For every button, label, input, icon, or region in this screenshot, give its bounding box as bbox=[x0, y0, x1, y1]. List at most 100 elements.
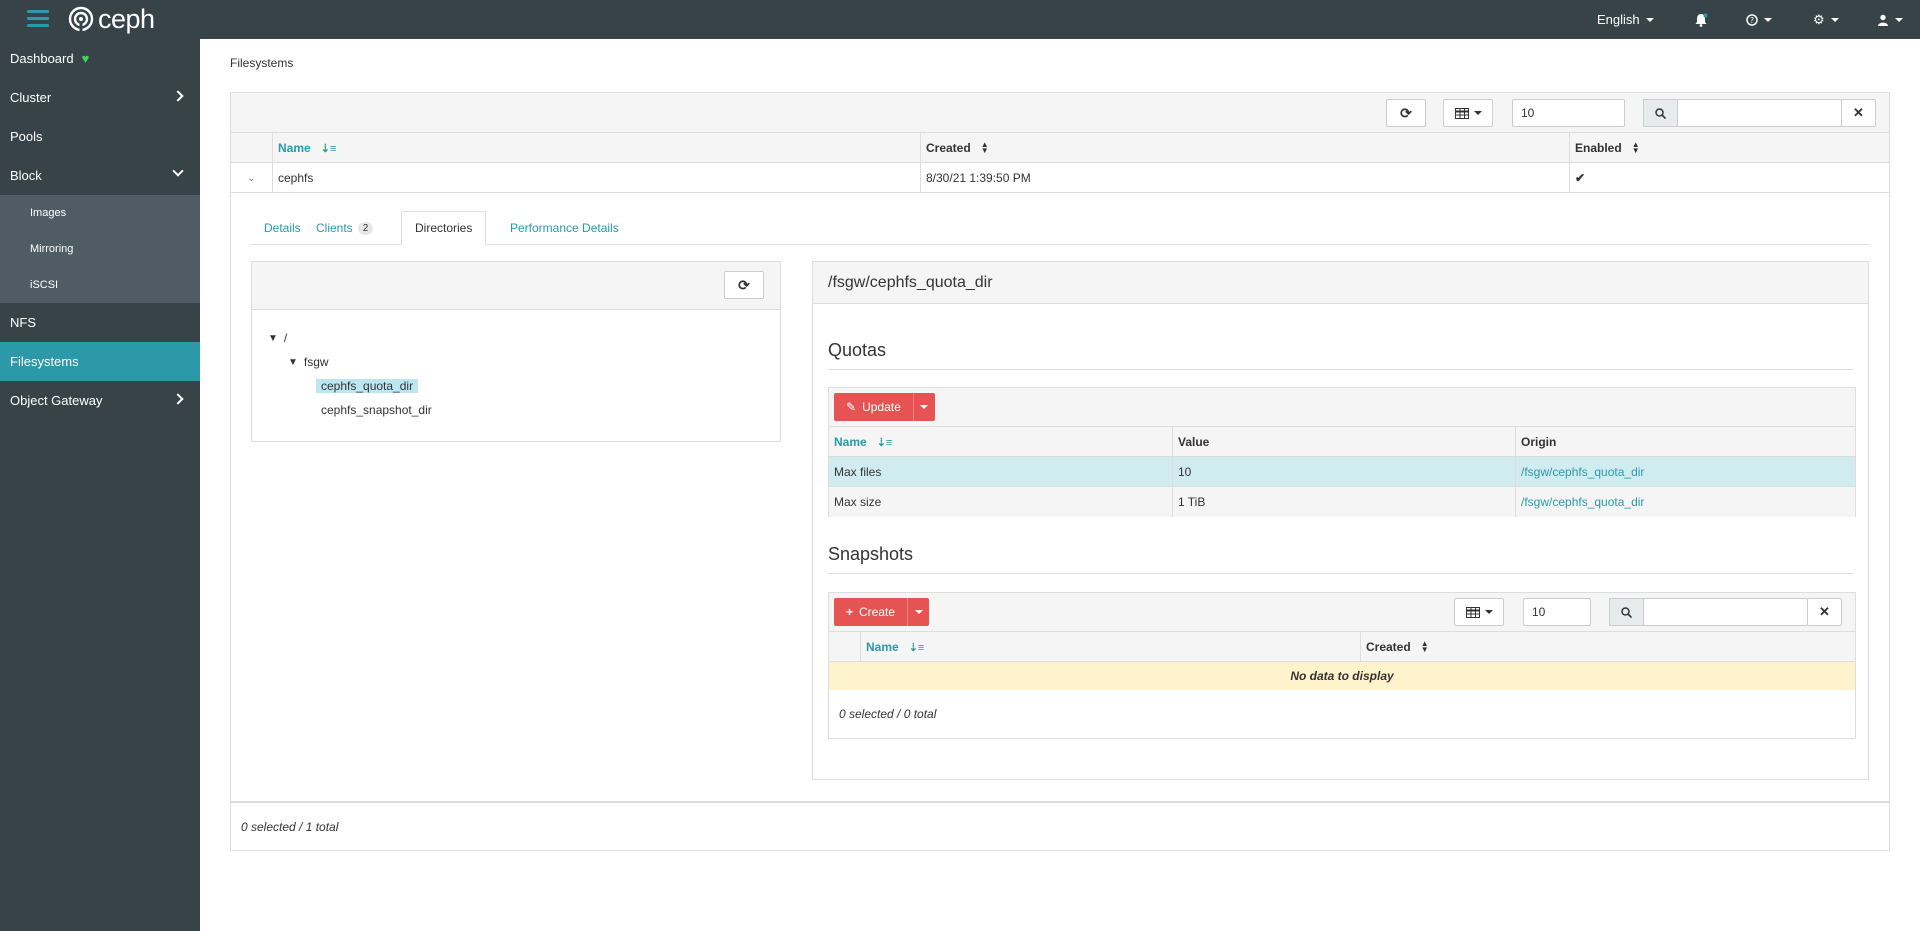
sidebar-item-object-gateway[interactable]: Object Gateway bbox=[0, 381, 200, 420]
search-input[interactable] bbox=[1677, 99, 1842, 127]
column-header-created[interactable]: Created ▲▼ bbox=[1360, 632, 1855, 662]
svg-text:?: ? bbox=[1750, 16, 1754, 25]
column-header-enabled[interactable]: Enabled ▲▼ bbox=[1569, 133, 1889, 163]
column-header-created[interactable]: Created ▲▼ bbox=[920, 133, 1569, 163]
page-size-input[interactable]: 10 bbox=[1512, 99, 1625, 127]
column-header-value[interactable]: Value bbox=[1172, 427, 1515, 457]
clear-search-button[interactable]: ✕ bbox=[1807, 598, 1842, 626]
sidebar-item-images[interactable]: Images bbox=[0, 195, 200, 231]
table-row[interactable]: ⌄ cephfs 8/30/21 1:39:50 PM ✔ bbox=[231, 163, 1889, 193]
sidebar-item-label: Dashboard bbox=[10, 51, 74, 66]
snapshots-toolbar: +Create 10 bbox=[829, 593, 1855, 632]
table-row[interactable]: Max size 1 TiB /fsgw/cephfs_quota_dir bbox=[829, 487, 1855, 517]
user-menu-button[interactable] bbox=[1877, 0, 1903, 39]
quotas-toolbar: ✎Update bbox=[829, 388, 1855, 427]
user-icon bbox=[1877, 14, 1889, 26]
cell-value: 1 TiB bbox=[1172, 487, 1515, 517]
search-icon bbox=[1643, 99, 1678, 127]
sidebar-item-label: Object Gateway bbox=[10, 393, 103, 408]
origin-link[interactable]: /fsgw/cephfs_quota_dir bbox=[1515, 457, 1855, 487]
cell-created: 8/30/21 1:39:50 PM bbox=[920, 163, 1569, 193]
tree-node-cephfs-quota-dir[interactable]: cephfs_quota_dir bbox=[316, 376, 418, 396]
expand-row-toggle[interactable]: ⌄ bbox=[231, 163, 272, 193]
cell-enabled: ✔ bbox=[1569, 163, 1889, 193]
column-header-origin[interactable]: Origin bbox=[1515, 427, 1855, 457]
sort-icon: ▲▼ bbox=[1632, 142, 1640, 154]
tree-refresh-button[interactable]: ⟳ bbox=[724, 271, 764, 299]
chevron-down-icon bbox=[920, 405, 928, 409]
brand-logo[interactable]: ceph bbox=[68, 5, 155, 33]
sidebar-item-nfs[interactable]: NFS bbox=[0, 303, 200, 342]
column-toggle-button[interactable] bbox=[1443, 99, 1493, 127]
close-icon: ✕ bbox=[1853, 105, 1864, 121]
column-header-name[interactable]: Name ⇣≡ bbox=[829, 427, 1172, 457]
chevron-down-icon bbox=[1485, 610, 1493, 614]
table-row[interactable]: Max files 10 /fsgw/cephfs_quota_dir bbox=[829, 457, 1855, 487]
tree-node-cephfs-snapshot-dir[interactable]: cephfs_snapshot_dir bbox=[321, 400, 432, 420]
table-toolbar: ⟳ 10 ✕ bbox=[231, 93, 1889, 133]
bell-icon bbox=[1694, 13, 1708, 27]
tree-node-root[interactable]: ▼ / bbox=[268, 328, 287, 348]
refresh-icon: ⟳ bbox=[1400, 105, 1412, 122]
page-size-input[interactable]: 10 bbox=[1523, 598, 1591, 626]
chevron-down-icon bbox=[1646, 18, 1654, 22]
column-toggle-button[interactable] bbox=[1454, 598, 1504, 626]
sidebar-item-cluster[interactable]: Cluster bbox=[0, 78, 200, 117]
snapshots-footer: 0 selected / 0 total bbox=[839, 707, 936, 721]
filesystems-table-panel: ⟳ 10 ✕ Name ⇣≡ Created ▲▼ bbox=[230, 92, 1890, 851]
update-dropdown-toggle[interactable] bbox=[913, 393, 935, 421]
language-selector[interactable]: English bbox=[1597, 0, 1654, 39]
cell-name: Max size bbox=[829, 487, 1172, 517]
caret-down-icon: ▼ bbox=[288, 357, 298, 368]
tree-node-fsgw[interactable]: ▼ fsgw bbox=[288, 352, 329, 372]
notifications-button[interactable] bbox=[1694, 0, 1708, 39]
chevron-down-icon bbox=[915, 610, 923, 614]
sidebar-item-block[interactable]: Block bbox=[0, 156, 200, 195]
chevron-down-icon bbox=[1831, 18, 1839, 22]
tab-performance-details[interactable]: Performance Details bbox=[497, 211, 632, 245]
sidebar-item-mirroring[interactable]: Mirroring bbox=[0, 231, 200, 267]
chevron-down-icon: ⌄ bbox=[247, 173, 255, 184]
table-footer: 0 selected / 1 total bbox=[231, 801, 1889, 850]
cell-value: 10 bbox=[1172, 457, 1515, 487]
update-quota-button[interactable]: ✎Update bbox=[834, 393, 935, 421]
cell-name: cephfs bbox=[272, 163, 920, 193]
cell-name: Max files bbox=[829, 457, 1172, 487]
ceph-logo-icon bbox=[68, 6, 94, 32]
sidebar-item-label: Images bbox=[30, 207, 66, 219]
chevron-down-icon bbox=[172, 165, 183, 176]
tab-clients[interactable]: Clients 2 bbox=[303, 211, 386, 245]
quotas-title: Quotas bbox=[828, 340, 1853, 370]
sidebar-item-iscsi[interactable]: iSCSI bbox=[0, 267, 200, 303]
sort-icon: ▲▼ bbox=[981, 142, 989, 154]
directory-detail-card: /fsgw/cephfs_quota_dir Quotas ✎Update Na… bbox=[812, 261, 1869, 780]
sidebar-item-label: Filesystems bbox=[10, 354, 79, 369]
tab-directories[interactable]: Directories bbox=[401, 211, 486, 245]
origin-link[interactable]: /fsgw/cephfs_quota_dir bbox=[1515, 487, 1855, 517]
column-header-name[interactable]: Name ⇣≡ bbox=[860, 632, 1360, 662]
language-label: English bbox=[1597, 12, 1640, 27]
directory-tree-header: ⟳ bbox=[252, 262, 780, 310]
create-snapshot-button[interactable]: +Create bbox=[834, 598, 929, 626]
chevron-right-icon bbox=[172, 393, 183, 404]
sidebar-item-dashboard[interactable]: Dashboard ♥ bbox=[0, 39, 200, 78]
top-navbar: ceph English ? ⚙ bbox=[0, 0, 1920, 39]
menu-icon[interactable] bbox=[27, 10, 49, 28]
create-dropdown-toggle[interactable] bbox=[907, 598, 929, 626]
chevron-down-icon bbox=[1764, 18, 1772, 22]
search-input[interactable] bbox=[1643, 598, 1808, 626]
sidebar: Dashboard ♥ Cluster Pools Block Images M… bbox=[0, 39, 200, 931]
settings-button[interactable]: ⚙ bbox=[1813, 0, 1839, 39]
clients-count-badge: 2 bbox=[358, 222, 374, 235]
refresh-button[interactable]: ⟳ bbox=[1386, 99, 1426, 127]
snapshots-table: +Create 10 bbox=[828, 592, 1856, 739]
help-button[interactable]: ? bbox=[1746, 0, 1772, 39]
sidebar-item-filesystems[interactable]: Filesystems bbox=[0, 342, 200, 381]
sort-icon: ⇣≡ bbox=[321, 142, 337, 155]
sort-icon: ⇣≡ bbox=[909, 641, 925, 654]
clear-search-button[interactable]: ✕ bbox=[1841, 99, 1876, 127]
sidebar-item-label: Cluster bbox=[10, 90, 51, 105]
chevron-right-icon bbox=[172, 90, 183, 101]
sidebar-item-pools[interactable]: Pools bbox=[0, 117, 200, 156]
column-header-name[interactable]: Name ⇣≡ bbox=[272, 133, 920, 163]
